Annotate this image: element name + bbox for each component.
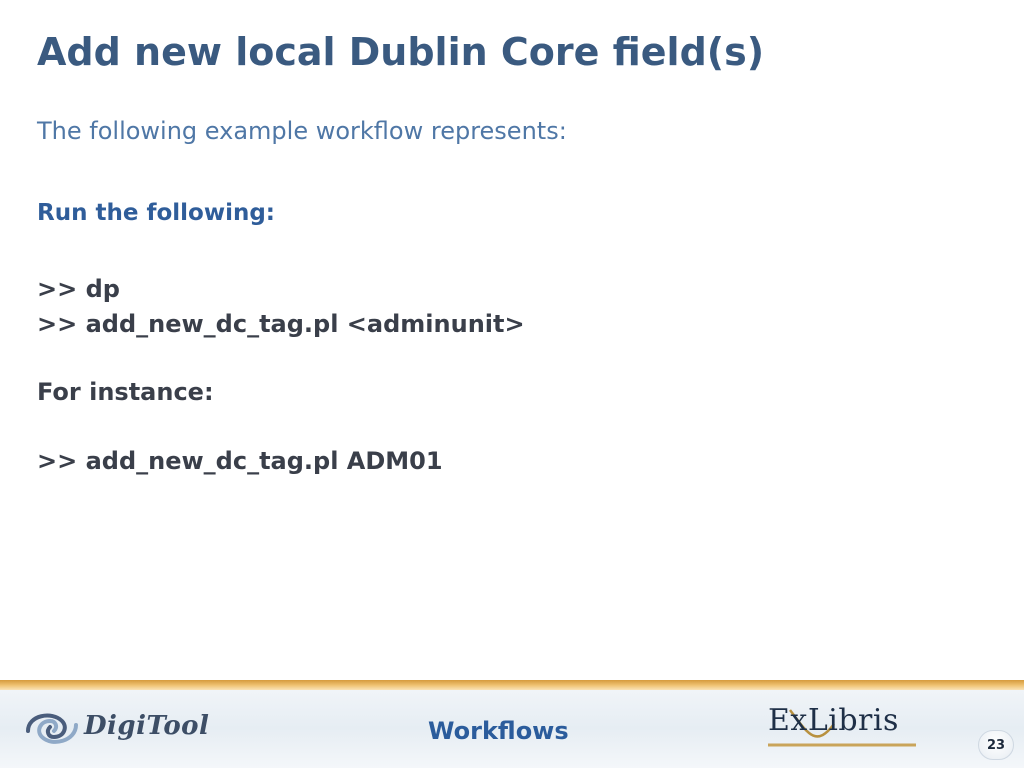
run-heading: Run the following: bbox=[37, 200, 275, 226]
instance-command-line: >> add_new_dc_tag.pl ADM01 bbox=[37, 447, 443, 475]
footer-accent-line bbox=[0, 680, 1024, 690]
digitool-logo-text: DigiTool bbox=[84, 711, 210, 741]
command-line-add-tag: >> add_new_dc_tag.pl <adminunit> bbox=[37, 310, 525, 338]
command-line-dp: >> dp bbox=[37, 275, 120, 303]
page-number: 23 bbox=[978, 730, 1014, 760]
slide-subtitle: The following example workflow represent… bbox=[37, 117, 567, 145]
slide: Add new local Dublin Core field(s) The f… bbox=[0, 0, 1024, 768]
exlibris-logo-text: ExLibris bbox=[768, 703, 899, 738]
footer-title: Workflows bbox=[428, 717, 569, 745]
slide-title: Add new local Dublin Core field(s) bbox=[37, 30, 765, 74]
instance-label: For instance: bbox=[37, 378, 214, 406]
